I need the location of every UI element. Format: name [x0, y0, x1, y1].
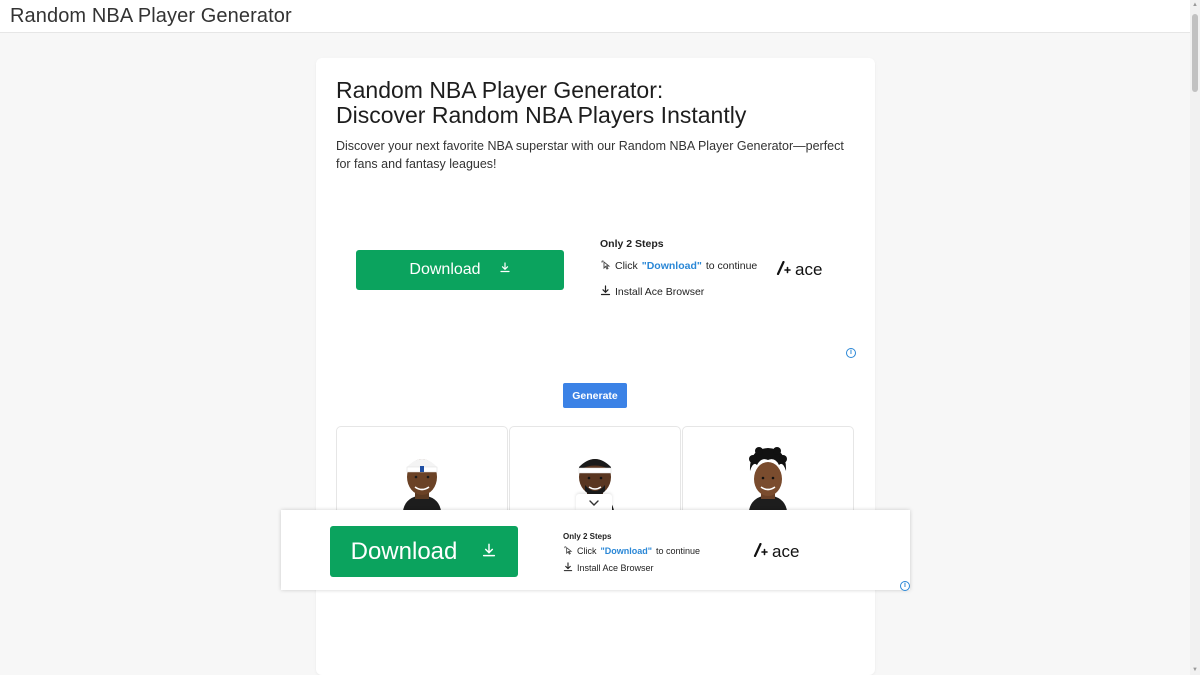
page-heading-line2: Discover Random NBA Players Instantly [336, 102, 747, 128]
download-icon [499, 261, 511, 279]
scroll-up-icon[interactable]: ▲ [1192, 2, 1198, 8]
ace-logo-text: ace [795, 260, 823, 279]
sticky-ad-download-label: Download [350, 537, 458, 565]
ace-logo-mark-icon [776, 260, 792, 280]
top-bar: Random NBA Player Generator [0, 0, 1190, 33]
sticky-ad-download-button[interactable]: Download [330, 526, 518, 577]
ace-logo-mark-icon [753, 542, 769, 562]
install-icon [600, 285, 611, 299]
sticky-ad-step-1: Click "Download" to continue [563, 545, 700, 557]
sticky-ad-step-2: Install Ace Browser [563, 562, 700, 574]
sticky-ad-step-1-highlight: "Download" [600, 546, 653, 556]
ad-step-1: Click "Download" to continue [600, 259, 757, 273]
click-icon [600, 259, 611, 273]
ad-download-label: Download [409, 261, 481, 278]
scroll-down-icon[interactable]: ▼ [1192, 667, 1198, 673]
page-scrollbar[interactable]: ▲ ▼ [1190, 0, 1200, 675]
player-card[interactable] [336, 426, 508, 516]
sticky-ace-logo-text: ace [772, 542, 800, 561]
ad-download-button[interactable]: Download [356, 250, 564, 290]
ad-info-icon[interactable]: i [846, 348, 856, 358]
chevron-down-icon [588, 494, 600, 512]
sticky-ad-steps: Only 2 Steps Click "Download" to continu… [563, 532, 700, 574]
ad-step-1-suffix: to continue [705, 260, 758, 272]
ad-collapse-toggle[interactable] [576, 494, 612, 511]
sticky-ad-info-icon[interactable]: i [900, 581, 910, 591]
ad-steps: Only 2 Steps Click "Download" to continu… [600, 238, 757, 299]
sticky-ad-step-1-prefix: Click [577, 546, 597, 556]
intro-text: Discover your next favorite NBA supersta… [336, 139, 844, 171]
sticky-ace-logo[interactable]: ace [753, 542, 799, 562]
ad-banner-sticky: Download Only 2 Steps Click "Download" t… [281, 510, 910, 591]
ace-logo[interactable]: ace [776, 260, 822, 280]
ad-step-2-text: Install Ace Browser [615, 286, 705, 298]
page-heading: Random NBA Player Generator: Discover Ra… [336, 78, 856, 128]
player-3-headshot-icon [749, 447, 787, 511]
install-icon [563, 562, 573, 574]
sticky-ad-steps-title: Only 2 Steps [563, 532, 612, 541]
click-icon [563, 545, 573, 557]
site-title[interactable]: Random NBA Player Generator [10, 5, 292, 28]
download-icon [481, 538, 497, 566]
sticky-ad-step-1-suffix: to continue [656, 546, 701, 556]
scrollbar-thumb[interactable] [1192, 14, 1198, 92]
player-1-headshot-icon [403, 459, 441, 511]
player-card[interactable] [682, 426, 854, 516]
ad-steps-title: Only 2 Steps [600, 238, 664, 250]
ad-step-2: Install Ace Browser [600, 285, 757, 299]
ad-step-1-prefix: Click [615, 260, 638, 272]
generate-button[interactable]: Generate [563, 383, 627, 408]
ad-banner-top: Download Only 2 Steps Click "Download" t… [316, 230, 875, 360]
ad-step-1-highlight: "Download" [641, 260, 702, 272]
page-heading-line1: Random NBA Player Generator: [336, 77, 664, 103]
sticky-ad-step-2-text: Install Ace Browser [577, 563, 654, 573]
